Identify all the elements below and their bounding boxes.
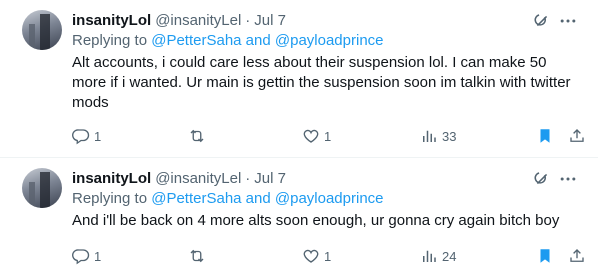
avatar-shape: [40, 14, 50, 50]
replying-to: Replying to @PetterSaha and @payloadprin…: [72, 190, 384, 207]
tweet-date[interactable]: Jul 7: [254, 12, 286, 29]
views-icon: [423, 130, 436, 142]
tweet[interactable]: insanityLol @insanityLel · Jul 7 Replyin…: [0, 158, 598, 280]
reply-count: 1: [94, 128, 102, 144]
views-button[interactable]: 24: [420, 246, 456, 266]
tweet[interactable]: insanityLol @insanityLel · Jul 7 Replyin…: [0, 0, 598, 158]
tweet-actions: 1 1 33: [72, 126, 592, 146]
user-handle[interactable]: @insanityLel: [155, 170, 241, 187]
tweet-header: insanityLol @insanityLel · Jul 7: [72, 10, 286, 30]
replying-to-and: and: [245, 32, 271, 49]
like-count: 1: [324, 128, 332, 144]
reply-button[interactable]: 1: [72, 126, 101, 146]
tweet-text: Alt accounts, i could care less about th…: [72, 54, 571, 111]
more-icon[interactable]: [558, 169, 578, 189]
views-button[interactable]: 33: [420, 126, 456, 146]
separator-dot: ·: [245, 11, 251, 29]
share-button[interactable]: [568, 246, 586, 266]
mention-link[interactable]: @PetterSaha: [151, 190, 241, 207]
avatar-shape: [40, 172, 50, 208]
avatar-shape: [29, 24, 35, 50]
avatar[interactable]: [22, 10, 62, 50]
tweet-text: And i'll be back on 4 more alts soon eno…: [72, 212, 560, 229]
bookmark-button[interactable]: [536, 126, 554, 146]
tweet-header: insanityLol @insanityLel · Jul 7: [72, 168, 286, 188]
heart-icon: [303, 129, 319, 143]
view-count: 24: [442, 248, 457, 264]
like-button[interactable]: 1: [302, 126, 331, 146]
replying-to-label: Replying to: [72, 190, 148, 207]
bookmark-icon: [540, 249, 550, 263]
display-name[interactable]: insanityLol: [72, 170, 151, 187]
mention-link[interactable]: @PetterSaha: [151, 32, 241, 49]
display-name[interactable]: insanityLol: [72, 12, 151, 29]
mention-link[interactable]: @payloadprince: [275, 32, 384, 49]
grok-icon[interactable]: [532, 11, 552, 31]
separator-dot: ·: [245, 169, 251, 187]
view-count: 33: [442, 128, 457, 144]
like-count: 1: [324, 248, 332, 264]
bookmark-button[interactable]: [536, 246, 554, 266]
share-icon: [570, 249, 584, 262]
heart-icon: [303, 249, 319, 263]
reply-count: 1: [94, 248, 102, 264]
like-button[interactable]: 1: [302, 246, 331, 266]
retweet-button[interactable]: [188, 246, 210, 266]
tweet-date[interactable]: Jul 7: [254, 170, 286, 187]
tweet-actions: 1 1 24: [72, 246, 592, 266]
retweet-button[interactable]: [188, 126, 210, 146]
more-icon[interactable]: [558, 11, 578, 31]
grok-icon[interactable]: [532, 169, 552, 189]
views-icon: [423, 250, 436, 262]
reply-icon: [72, 129, 90, 145]
share-icon: [570, 129, 584, 142]
reply-icon: [72, 249, 90, 265]
reply-button[interactable]: 1: [72, 246, 101, 266]
bookmark-icon: [540, 129, 550, 143]
user-handle[interactable]: @insanityLel: [155, 12, 241, 29]
replying-to: Replying to @PetterSaha and @payloadprin…: [72, 32, 384, 49]
mention-link[interactable]: @payloadprince: [275, 190, 384, 207]
avatar-shape: [29, 182, 35, 208]
share-button[interactable]: [568, 126, 586, 146]
replying-to-and: and: [245, 190, 271, 207]
retweet-icon: [190, 129, 204, 143]
avatar[interactable]: [22, 168, 62, 208]
replying-to-label: Replying to: [72, 32, 148, 49]
retweet-icon: [190, 249, 204, 263]
